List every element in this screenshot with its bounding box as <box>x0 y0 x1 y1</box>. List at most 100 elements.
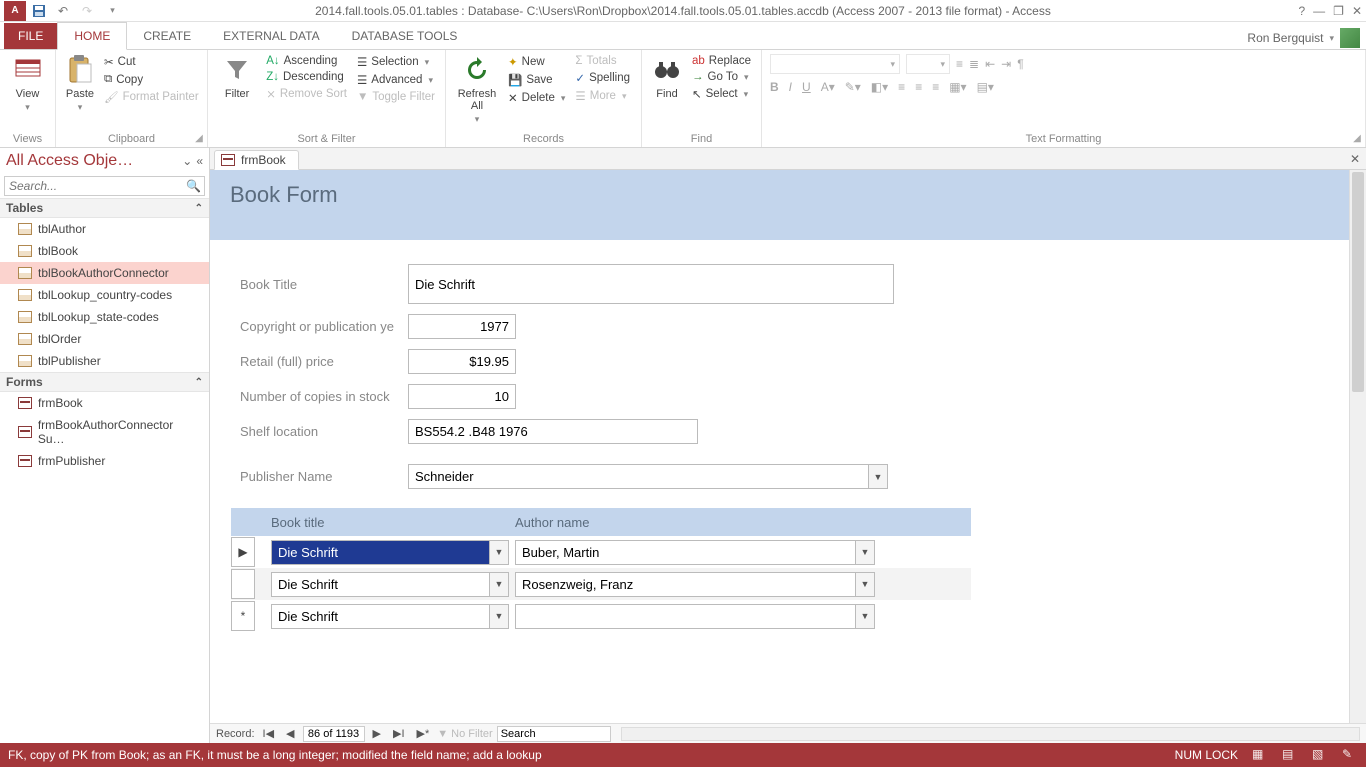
row-selector-new[interactable]: * <box>231 601 255 631</box>
input-year[interactable] <box>408 314 516 339</box>
first-record-button[interactable]: I◀ <box>259 727 279 740</box>
numbering-icon[interactable]: ≣ <box>969 57 979 71</box>
find-button[interactable]: Find <box>650 54 684 131</box>
tab-external-data[interactable]: EXTERNAL DATA <box>207 23 335 49</box>
form-view-icon[interactable]: ▦ <box>1252 747 1268 763</box>
indent-increase-icon[interactable]: ⇥ <box>1001 57 1011 71</box>
align-right-icon[interactable]: ≡ <box>932 80 939 94</box>
cut-button[interactable]: ✂Cut <box>102 54 201 70</box>
tab-home[interactable]: HOME <box>57 22 127 50</box>
input-row-title[interactable] <box>271 604 489 629</box>
font-color-button[interactable]: A▾ <box>821 80 835 94</box>
vertical-scrollbar[interactable] <box>1349 170 1366 723</box>
spelling-button[interactable]: ✓Spelling <box>573 70 632 86</box>
nav-header[interactable]: All Access Obje… ⌄« <box>0 148 209 174</box>
search-icon[interactable]: 🔍 <box>186 179 201 193</box>
input-publisher[interactable] <box>408 464 868 489</box>
selection-button[interactable]: ☰Selection▾ <box>355 54 437 70</box>
nav-item-frmpublisher[interactable]: frmPublisher <box>0 450 209 472</box>
italic-button[interactable]: I <box>789 80 792 94</box>
nav-group-forms[interactable]: Forms⌃ <box>0 372 209 392</box>
close-tab-icon[interactable]: ✕ <box>1350 152 1360 166</box>
layout-view-icon[interactable]: ▧ <box>1312 747 1328 763</box>
last-record-button[interactable]: ▶I <box>389 727 409 740</box>
nav-search-input[interactable] <box>4 176 205 196</box>
row-selector[interactable]: ▶ <box>231 537 255 567</box>
ascending-button[interactable]: A↓Ascending <box>264 54 349 68</box>
row-selector[interactable] <box>231 569 255 599</box>
tab-file[interactable]: FILE <box>4 23 57 49</box>
textfmt-dialog-launcher-icon[interactable]: ◢ <box>1351 133 1363 145</box>
nav-item-tblauthor[interactable]: tblAuthor <box>0 218 209 240</box>
copy-button[interactable]: ⧉Copy <box>102 72 201 87</box>
view-button[interactable]: View ▾ <box>8 54 47 131</box>
dropdown-icon[interactable]: ▼ <box>489 604 509 629</box>
dropdown-icon[interactable]: ▼ <box>489 572 509 597</box>
indent-decrease-icon[interactable]: ⇤ <box>985 57 995 71</box>
align-left-icon[interactable]: ≡ <box>898 80 905 94</box>
save-record-button[interactable]: 💾Save <box>506 72 567 88</box>
refresh-all-button[interactable]: Refresh All ▾ <box>454 54 500 131</box>
nav-collapse-icon[interactable]: « <box>196 154 203 168</box>
minimize-icon[interactable]: ― <box>1313 4 1325 18</box>
highlight-button[interactable]: ✎▾ <box>845 80 861 94</box>
horizontal-scrollbar[interactable] <box>621 727 1360 741</box>
record-position-input[interactable] <box>303 726 365 742</box>
fill-color-button[interactable]: ◧▾ <box>871 80 888 94</box>
save-icon[interactable] <box>28 1 50 21</box>
access-app-icon[interactable]: A <box>4 1 26 21</box>
restore-icon[interactable]: ❐ <box>1333 4 1344 18</box>
replace-button[interactable]: abReplace <box>690 54 753 68</box>
input-stock[interactable] <box>408 384 516 409</box>
design-view-icon[interactable]: ✎ <box>1342 747 1358 763</box>
qat-customize-icon[interactable] <box>100 1 122 21</box>
new-record-button[interactable]: ✦New <box>506 54 567 70</box>
nav-item-tblorder[interactable]: tblOrder <box>0 328 209 350</box>
bullets-icon[interactable]: ≡ <box>956 57 963 71</box>
nav-item-frmbook[interactable]: frmBook <box>0 392 209 414</box>
input-row-author[interactable] <box>515 604 855 629</box>
nav-item-tbllookup-country[interactable]: tblLookup_country-codes <box>0 284 209 306</box>
font-family-selector[interactable]: ▾ <box>770 54 900 74</box>
descending-button[interactable]: Z↓Descending <box>264 70 349 84</box>
nav-item-tblbookauthorconnector[interactable]: tblBookAuthorConnector <box>0 262 209 284</box>
input-row-title[interactable] <box>271 540 489 565</box>
new-record-nav-button[interactable]: ▶* <box>413 727 434 740</box>
dropdown-icon[interactable]: ▼ <box>855 604 875 629</box>
redo-icon[interactable]: ↷ <box>76 1 98 21</box>
dropdown-icon[interactable]: ▼ <box>855 572 875 597</box>
combo-publisher-dropdown-icon[interactable]: ▼ <box>868 464 888 489</box>
toggle-filter-button[interactable]: ▼Toggle Filter <box>355 90 437 104</box>
input-row-author[interactable] <box>515 540 855 565</box>
filter-indicator[interactable]: ▼No Filter <box>437 728 492 740</box>
record-search-input[interactable] <box>497 726 611 742</box>
input-book-title[interactable] <box>408 264 894 304</box>
gridlines-button[interactable]: ▦▾ <box>949 80 966 94</box>
alternate-fill-button[interactable]: ▤▾ <box>977 80 994 94</box>
doc-tab-frmbook[interactable]: frmBook <box>214 150 299 170</box>
clipboard-dialog-launcher-icon[interactable]: ◢ <box>193 133 205 145</box>
filter-button[interactable]: Filter <box>216 54 258 131</box>
prev-record-button[interactable]: ◀ <box>282 727 298 740</box>
totals-button[interactable]: ΣTotals <box>573 54 632 68</box>
undo-icon[interactable]: ↶ <box>52 1 74 21</box>
input-shelf[interactable] <box>408 419 698 444</box>
tab-database-tools[interactable]: DATABASE TOOLS <box>336 23 474 49</box>
nav-item-tblpublisher[interactable]: tblPublisher <box>0 350 209 372</box>
align-center-icon[interactable]: ≡ <box>915 80 922 94</box>
font-size-selector[interactable]: ▾ <box>906 54 950 74</box>
text-direction-icon[interactable]: ¶ <box>1017 57 1023 71</box>
goto-button[interactable]: →Go To▾ <box>690 70 753 84</box>
nav-item-tblbook[interactable]: tblBook <box>0 240 209 262</box>
select-button[interactable]: ↖Select▾ <box>690 86 753 102</box>
nav-item-tbllookup-state[interactable]: tblLookup_state-codes <box>0 306 209 328</box>
user-account[interactable]: Ron Bergquist ▾ <box>1247 28 1360 48</box>
bold-button[interactable]: B <box>770 80 779 94</box>
remove-sort-button[interactable]: ⨯Remove Sort <box>264 86 349 102</box>
nav-group-tables[interactable]: Tables⌃ <box>0 198 209 218</box>
format-painter-button[interactable]: 🖌Format Painter <box>102 89 201 105</box>
nav-dropdown-icon[interactable]: ⌄ <box>182 154 192 168</box>
datasheet-view-icon[interactable]: ▤ <box>1282 747 1298 763</box>
close-icon[interactable]: ✕ <box>1352 4 1362 18</box>
tab-create[interactable]: CREATE <box>127 23 207 49</box>
